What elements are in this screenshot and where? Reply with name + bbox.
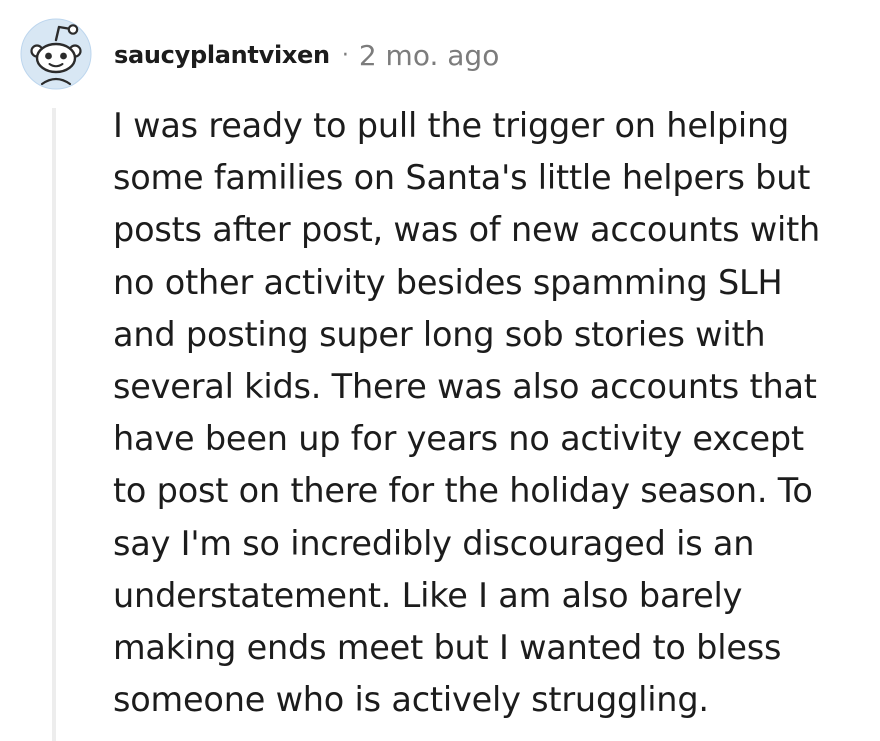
comment-body-line: have been up for years no activity excep… [113,419,804,459]
timestamp[interactable]: 2 mo. ago [359,39,500,72]
comment-meta: saucyplantvixen · 2 mo. ago [114,38,499,72]
reddit-snoo-icon[interactable] [20,18,92,90]
comment-body-line: several kids. There was also accounts th… [113,367,817,407]
comment-body-line: and posting super long sob stories with [113,314,766,354]
comment-body-line: posts after post, was of new accounts wi… [113,210,821,250]
comment-body-line: some families on Santa's little helpers … [113,158,811,198]
comment-body-line: to post on there for the holiday season.… [113,471,813,511]
username-link[interactable]: saucyplantvixen [114,41,330,69]
comment-body-line: no other activity besides spamming SLH [113,262,783,302]
comment-body-line: understatement. Like I am also barely [113,575,743,615]
comment-body-line: I was ready to pull the trigger on helpi… [113,106,790,145]
comment-body: I was ready to pull the trigger on helpi… [113,100,853,726]
comment-body-line: making ends meet but I wanted to bless [113,628,782,668]
thread-collapse-line[interactable] [52,108,56,741]
comment-body-line: someone who is actively struggling. [113,680,709,720]
comment: saucyplantvixen · 2 mo. ago I was ready … [0,0,880,741]
comment-body-line: say I'm so incredibly discouraged is an [113,523,755,563]
meta-separator: · [341,42,349,68]
